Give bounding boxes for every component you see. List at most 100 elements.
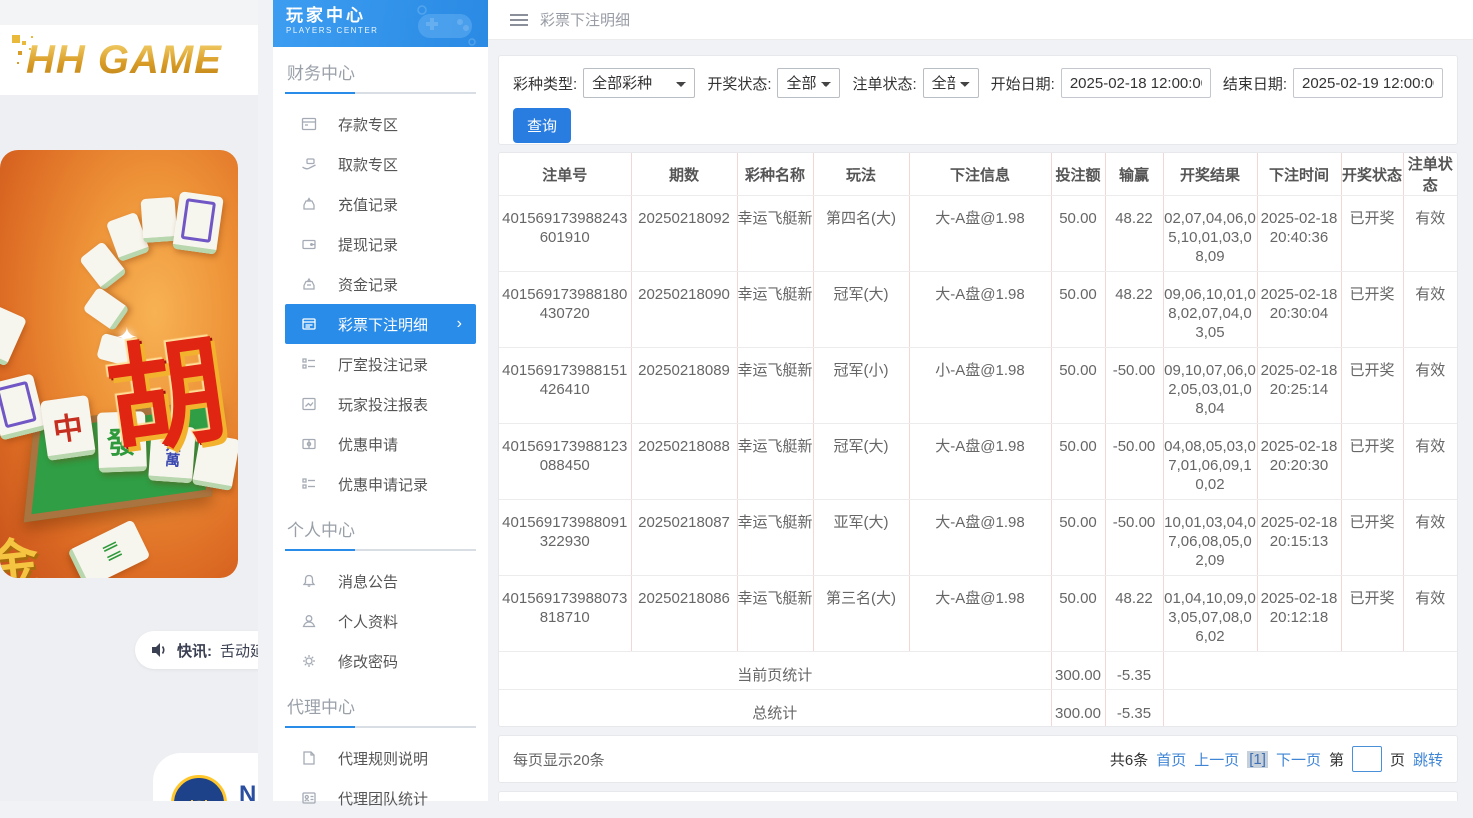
sidebar-item-promo-apply-record[interactable]: 优惠申请记录 [285, 464, 476, 504]
table-cell: 有效 [1403, 348, 1457, 424]
promo-banner: 中 發 八萬 ✦ 胡 金 ‖‖ [0, 150, 238, 578]
jump-page-input[interactable] [1352, 746, 1382, 772]
table-header-row: 注单号期数彩种名称玩法下注信息投注额输赢开奖结果下注时间开奖状态注单状态 [499, 153, 1457, 196]
table-header-cell: 开奖结果 [1163, 153, 1257, 196]
prev-page-link[interactable]: 上一页 [1194, 749, 1239, 770]
logo-confetti-decoration [12, 35, 20, 43]
table-cell: -50.00 [1105, 348, 1163, 424]
table-cell: 幸运飞艇新 [737, 272, 813, 348]
sidebar-item-withdraw[interactable]: 取款专区 [285, 144, 476, 184]
table-cell: 大-A盘@1.98 [909, 272, 1051, 348]
sidebar-item-cashout-record[interactable]: 提现记录 [285, 224, 476, 264]
table-cell: 401569173988073818710 [499, 576, 631, 652]
table-cell: 冠军(小) [813, 348, 909, 424]
table-cell: 已开奖 [1341, 576, 1403, 652]
ticker-text: 舌动延 [220, 640, 258, 661]
table-cell: 幸运飞艇新 [737, 348, 813, 424]
lottery-type-select[interactable]: 全部彩种 [583, 68, 695, 98]
start-date-input[interactable] [1061, 68, 1211, 98]
brand-logo-band: HH GAME [0, 25, 258, 95]
table-cell: 已开奖 [1341, 424, 1403, 500]
bet-detail-table: 注单号期数彩种名称玩法下注信息投注额输赢开奖结果下注时间开奖状态注单状态 401… [499, 153, 1457, 727]
notice-icon [300, 572, 318, 590]
mahjong-tile [141, 197, 178, 243]
profile-icon [300, 612, 318, 630]
news-ticker[interactable]: 快讯: 舌动延 [135, 631, 258, 669]
sidebar-item-agent-rules[interactable]: 代理规则说明 [285, 738, 476, 778]
total-count-text: 共6条 [1110, 749, 1148, 770]
table-cell: 20250218086 [631, 576, 737, 652]
main-topbar: 彩票下注明细 [488, 0, 1473, 40]
chevron-right-icon: › [457, 315, 462, 333]
table-cell: 幸运飞艇新 [737, 500, 813, 576]
order-status-select[interactable]: 全部 [923, 68, 979, 98]
sidebar-item-password[interactable]: 修改密码 [285, 641, 476, 681]
next-card-edge [498, 791, 1458, 801]
sidebar-item-agent-team[interactable]: 代理团队统计 [285, 778, 476, 818]
sidebar-item-lottery-bet-detail[interactable]: 彩票下注明细 › [285, 304, 476, 344]
table-cell: 有效 [1403, 196, 1457, 272]
top-strip [0, 0, 258, 25]
table-cell: 大-A盘@1.98 [909, 196, 1051, 272]
table-cell: 已开奖 [1341, 272, 1403, 348]
table-cell: 09,06,10,01,08,02,07,04,03,05 [1163, 272, 1257, 348]
sidebar-item-label: 优惠申请记录 [338, 474, 428, 495]
sidebar-item-profile[interactable]: 个人资料 [285, 601, 476, 641]
promo-apply-icon [300, 435, 318, 453]
team-logo-icon [171, 775, 227, 801]
table-cell: -50.00 [1105, 500, 1163, 576]
table-summary-row: 当前页统计300.00-5.35 [499, 652, 1457, 690]
section-underline [285, 92, 476, 94]
mahjong-tile-sticks: ‖‖ [67, 519, 150, 578]
table-header-cell: 注单号 [499, 153, 631, 196]
next-page-link[interactable]: 下一页 [1276, 749, 1321, 770]
deposit-icon [300, 115, 318, 133]
mahjong-tile [0, 305, 27, 366]
menu-toggle-icon[interactable] [510, 11, 528, 29]
table-cell: 幸运飞艇新 [737, 424, 813, 500]
table-cell: 大-A盘@1.98 [909, 576, 1051, 652]
table-cell: 大-A盘@1.98 [909, 500, 1051, 576]
first-page-link[interactable]: 首页 [1156, 749, 1186, 770]
table-cell: 有效 [1403, 424, 1457, 500]
sidebar-item-notice[interactable]: 消息公告 [285, 561, 476, 601]
table-header-cell: 下注信息 [909, 153, 1051, 196]
sidebar-item-funds-record[interactable]: 资金记录 [285, 264, 476, 304]
search-button[interactable]: 查询 [513, 108, 571, 143]
table-cell: 已开奖 [1341, 196, 1403, 272]
filter-panel: 彩种类型: 全部彩种 开奖状态: 全部 注单状态: 全部 开始日期: 结束日期:… [498, 55, 1458, 145]
sidebar-item-label: 优惠申请 [338, 434, 398, 455]
table-row: 40156917398807381871020250218086幸运飞艇新第三名… [499, 576, 1457, 652]
sidebar-item-label: 彩票下注明细 [338, 314, 428, 335]
hu-character: 胡 [95, 293, 236, 479]
table-cell: 亚军(大) [813, 500, 909, 576]
sidebar-item-promo-apply[interactable]: 优惠申请 [285, 424, 476, 464]
jump-suffix-text: 页 [1390, 749, 1405, 770]
page-title: 彩票下注明细 [540, 9, 630, 30]
sidebar-item-recharge-record[interactable]: 充值记录 [285, 184, 476, 224]
summary-label: 当前页统计 [499, 652, 1051, 690]
table-cell: 2025-02-18 20:12:18 [1257, 576, 1341, 652]
promo-apply-record-icon [300, 475, 318, 493]
table-cell: 有效 [1403, 272, 1457, 348]
table-row: 40156917398818043072020250218090幸运飞艇新冠军(… [499, 272, 1457, 348]
sidebar-item-player-bet-report[interactable]: 玩家投注报表 [285, 384, 476, 424]
password-icon [300, 652, 318, 670]
table-cell: 2025-02-18 20:20:30 [1257, 424, 1341, 500]
summary-empty [1163, 690, 1457, 728]
table-cell: 20250218087 [631, 500, 737, 576]
sidebar-item-hall-bet-record[interactable]: 厅室投注记录 [285, 344, 476, 384]
jump-button[interactable]: 跳转 [1413, 749, 1443, 770]
table-header-cell: 下注时间 [1257, 153, 1341, 196]
table-cell: 20250218088 [631, 424, 737, 500]
end-date-input[interactable] [1293, 68, 1443, 98]
table-header-cell: 开奖状态 [1341, 153, 1403, 196]
end-date-label: 结束日期: [1223, 73, 1287, 94]
agent-rules-icon [300, 749, 318, 767]
table-cell: 02,07,04,06,05,10,01,03,08,09 [1163, 196, 1257, 272]
sidebar-section-label: 财务中心 [287, 59, 476, 84]
table-cell: 401569173988091322930 [499, 500, 631, 576]
table-cell: 第三名(大) [813, 576, 909, 652]
draw-status-select[interactable]: 全部 [777, 68, 840, 98]
sidebar-item-deposit[interactable]: 存款专区 [285, 104, 476, 144]
